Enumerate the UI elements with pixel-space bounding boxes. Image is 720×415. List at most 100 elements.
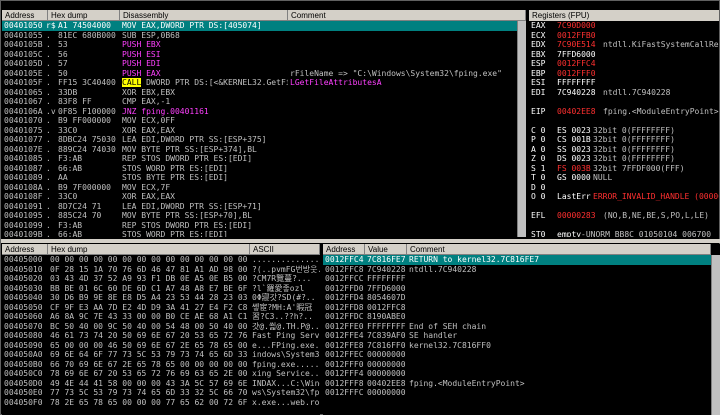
- disasm-row[interactable]: 0040105C. 56 PUSH ESI: [2, 50, 526, 60]
- register-line[interactable]: [531, 221, 719, 231]
- register-line[interactable]: EBP 0012FFF0: [531, 69, 719, 79]
- register-line[interactable]: D 0: [531, 183, 719, 193]
- horizontal-splitter[interactable]: [1, 239, 720, 243]
- dump-address: 004050D0: [4, 378, 43, 388]
- disasm-address: 00401087: [4, 163, 43, 173]
- dump-row[interactable]: 00405050 CF 9F E3 AA 7D E2 4D D9 3A 41 27…: [2, 303, 320, 313]
- register-line[interactable]: ECX 0012FFB0: [531, 31, 719, 41]
- stack-row[interactable]: 0012FFD4 8054607D: [323, 293, 720, 303]
- register-line[interactable]: [531, 202, 719, 212]
- register-value: 7C940228: [557, 87, 596, 97]
- register-line[interactable]: [531, 116, 719, 126]
- dump-row[interactable]: 00405040 30 D6 B9 9E 8E E8 D5 A4 23 53 44…: [2, 293, 320, 303]
- disasm-address: 00401077: [4, 135, 43, 144]
- disasm-row[interactable]: 0040105E. 50 PUSH EAX rFileName => "C:\Wind…: [2, 69, 526, 79]
- col-header-address[interactable]: Address: [2, 10, 48, 21]
- stack-scrollbar[interactable]: [711, 255, 720, 415]
- dump-pane[interactable]: Address Hex dump ASCII 00405000 00 00 00 …: [2, 244, 320, 415]
- stack-row[interactable]: 0012FFFC 00000000: [323, 388, 720, 398]
- dump-row[interactable]: 00405020 03 43 4D 37 52 A9 93 F1 DB 0E A5…: [2, 274, 320, 284]
- disassembly-pane[interactable]: Address Hex dump Disassembly Comment 004…: [2, 10, 526, 237]
- register-line[interactable]: EDI 7C940228 ntdll.7C940228: [531, 88, 719, 98]
- disasm-row[interactable]: 00401055. 81EC 680B000 SUB ESP,0B68: [2, 31, 526, 41]
- disasm-row[interactable]: 0040105B. 53 PUSH EBX: [2, 40, 526, 50]
- register-line[interactable]: EFL 00000283 (NO,B,NE,BE,S,PO,L,LE): [531, 211, 719, 221]
- disasm-row[interactable]: 0040107E. 889C24 74030 MOV BYTE PTR SS:[ES…: [2, 145, 526, 155]
- disasm-row[interactable]: 0040108A. B9 7F000000 MOV ECX,7F: [2, 183, 526, 193]
- dump-row[interactable]: 00405000 00 00 00 00 00 00 00 00 00 00 00…: [2, 255, 320, 265]
- dump-row[interactable]: 00405070 BC 50 40 00 9C 50 40 00 54 48 00…: [2, 322, 320, 332]
- dump-header-hex[interactable]: Hex dump: [48, 244, 250, 255]
- stack-row[interactable]: 0012FFF0 00000000: [323, 360, 720, 370]
- col-header-comment[interactable]: Comment: [288, 10, 526, 21]
- dump-header-address[interactable]: Address: [2, 244, 48, 255]
- disassembly-scrollbar[interactable]: [517, 21, 526, 237]
- dump-hex: 03 43 4D 37 52 A9 93 F1 DB 0E A5 0E B5 0…: [50, 274, 248, 283]
- stack-row[interactable]: 0012FFE0 FFFFFFFF End of SEH chain: [323, 322, 720, 332]
- stack-row[interactable]: 0012FFCC FFFFFFFF: [323, 274, 720, 284]
- col-header-hex[interactable]: Hex dump: [48, 10, 120, 21]
- disasm-row[interactable]: 00401075. 33C0 XOR EAX,EAX: [2, 126, 526, 136]
- register-line[interactable]: EAX 7C90D000: [531, 21, 719, 31]
- disasm-row[interactable]: 0040108F. 33C0 XOR EAX,EAX: [2, 192, 526, 202]
- dump-row[interactable]: 00405060 A6 8A 9C 7E 43 33 00 00 B0 CE AE…: [2, 312, 320, 322]
- disasm-hex: 33DB: [58, 87, 78, 97]
- disasm-row[interactable]: 0040106A .v 0F85 F100000 JNZ fping.00401161: [2, 107, 526, 117]
- register-line[interactable]: O 0LastErrERROR_INVALID_HANDLE (00000006…: [531, 192, 719, 202]
- disasm-row[interactable]: 00401050 r$ A1 74504000 MOV EAX,DWORD PTR D…: [2, 21, 526, 31]
- register-line[interactable]: EDX 7C90E514 ntdll.KiFastSystemCallRet: [531, 40, 719, 50]
- register-line[interactable]: P 0 CS 001B 32bit 0(FFFFFFFF): [531, 135, 719, 145]
- register-line[interactable]: Z 0 DS 0023 32bit 0(FFFFFFFF): [531, 154, 719, 164]
- stack-row[interactable]: 0012FFE4 7C839AF0 SE handler: [323, 331, 720, 341]
- register-line[interactable]: A 0 SS 0023 32bit 0(FFFFFFFF): [531, 145, 719, 155]
- disasm-row[interactable]: 00401077. 8DBC24 75030 LEA EDI,DWORD PTR S…: [2, 135, 526, 145]
- stack-header-address[interactable]: Address: [323, 244, 365, 255]
- register-line[interactable]: EBX 7FFD6000: [531, 50, 719, 60]
- disasm-row[interactable]: 00401099. F3:AB REP STOS DWORD PTR ES:[EDI…: [2, 221, 526, 231]
- disasm-row[interactable]: 00401095. 885C24 70 MOV BYTE PTR SS:[ESP+7…: [2, 211, 526, 221]
- disasm-row[interactable]: 00401067. 83F8 FF CMP EAX,-1: [2, 97, 526, 107]
- stack-row[interactable]: 0012FFF8 00402EE8 fping.<ModuleEntryPoint>: [323, 379, 720, 389]
- dump-row[interactable]: 004050B0 66 70 69 6E 67 2E 65 78 65 00 00…: [2, 360, 320, 370]
- stack-row[interactable]: 0012FFC4 7C816FE7 RETURN to kernel32.7C816…: [323, 255, 720, 265]
- dump-row[interactable]: 004050F0 78 2E 65 78 65 00 00 00 77 65 62…: [2, 398, 320, 408]
- dump-row[interactable]: 004050A0 69 6E 64 6F 77 73 5C 53 79 73 74…: [2, 350, 320, 360]
- disasm-row[interactable]: 00401087. 66:AB STOS WORD PTR ES:[EDI]: [2, 164, 526, 174]
- dump-row[interactable]: 00405030 BB BE 01 6C 60 DE 6D C1 A7 48 A8…: [2, 284, 320, 294]
- register-line[interactable]: T 0 GS 0000 NULL: [531, 173, 719, 183]
- stack-pane[interactable]: Address Value Comment 0012FFC4 7C816FE7 RE…: [323, 244, 720, 415]
- disasm-row[interactable]: 0040109B. 66:AB STOS WORD PTR ES:[EDI]: [2, 230, 526, 237]
- disasm-row[interactable]: 00401065. 33DB XOR EBX,EBX: [2, 88, 526, 98]
- disasm-row[interactable]: 0040105F. FF15 3C40400 CALL DWORD PTR DS:[…: [2, 78, 526, 88]
- disasm-row[interactable]: 00401070. B9 FF000000 MOV ECX,0FF: [2, 116, 526, 126]
- registers-pane[interactable]: EAX 7C90D000 ECX 0012FFB0 EDX 7C90E514 ntdll.K…: [529, 21, 719, 237]
- dump-row[interactable]: 004050C0 78 69 6E 67 20 53 65 72 76 69 63…: [2, 369, 320, 379]
- register-line[interactable]: ESP 0012FFC4: [531, 59, 719, 69]
- stack-row[interactable]: 0012FFD8 0012FFC8: [323, 303, 720, 313]
- stack-row[interactable]: 0012FFDC 8190ABE0: [323, 312, 720, 322]
- dump-row[interactable]: 004050E0 77 73 5C 53 79 73 74 65 6D 33 32…: [2, 388, 320, 398]
- dump-row[interactable]: 00405080 46 61 73 74 20 50 69 6E 67 20 53…: [2, 331, 320, 341]
- stack-header-comment[interactable]: Comment: [407, 244, 711, 255]
- disasm-row[interactable]: 00401089. AA STOS BYTE PTR ES:[EDI]: [2, 173, 526, 183]
- dump-row[interactable]: 00405010 0F 28 15 1A 70 76 6D 46 47 81 A1…: [2, 265, 320, 275]
- disasm-row[interactable]: 00401091. 8D7C24 71 LEA EDI,DWORD PTR SS:[…: [2, 202, 526, 212]
- register-line[interactable]: ST0 empty -UNORM BB8C 01050104 00670062: [531, 230, 719, 237]
- register-line[interactable]: S 1 FS 003B 32bit 7FFDF000(FFF): [531, 164, 719, 174]
- dump-row[interactable]: 00405090 65 00 00 00 46 50 69 6E 67 2E 65…: [2, 341, 320, 351]
- register-line[interactable]: [531, 97, 719, 107]
- stack-row[interactable]: 0012FFE8 7C816FF0 kernel32.7C816FF0: [323, 341, 720, 351]
- col-header-disasm[interactable]: Disassembly: [120, 10, 288, 21]
- stack-row[interactable]: 0012FFF4 00000000: [323, 369, 720, 379]
- stack-row[interactable]: 0012FFC8 7C940228 ntdll.7C940228: [323, 265, 720, 275]
- disasm-row[interactable]: 0040105D. 57 PUSH EDI: [2, 59, 526, 69]
- dump-header-ascii[interactable]: ASCII: [250, 244, 320, 255]
- disasm-row[interactable]: 00401085. F3:AB REP STOS DWORD PTR ES:[EDI…: [2, 154, 526, 164]
- stack-row[interactable]: 0012FFD0 7FFD6000: [323, 284, 720, 294]
- dump-row[interactable]: 004050D0 49 4E 44 41 58 00 00 00 43 3A 5C…: [2, 379, 320, 389]
- register-line[interactable]: C 0 ES 0023 32bit 0(FFFFFFFF): [531, 126, 719, 136]
- stack-header-value[interactable]: Value: [365, 244, 407, 255]
- register-line[interactable]: EIP 00402EE8 fping.<ModuleEntryPoint>: [531, 107, 719, 117]
- stack-row[interactable]: 0012FFEC 00000000: [323, 350, 720, 360]
- register-line[interactable]: ESI FFFFFFFF: [531, 78, 719, 88]
